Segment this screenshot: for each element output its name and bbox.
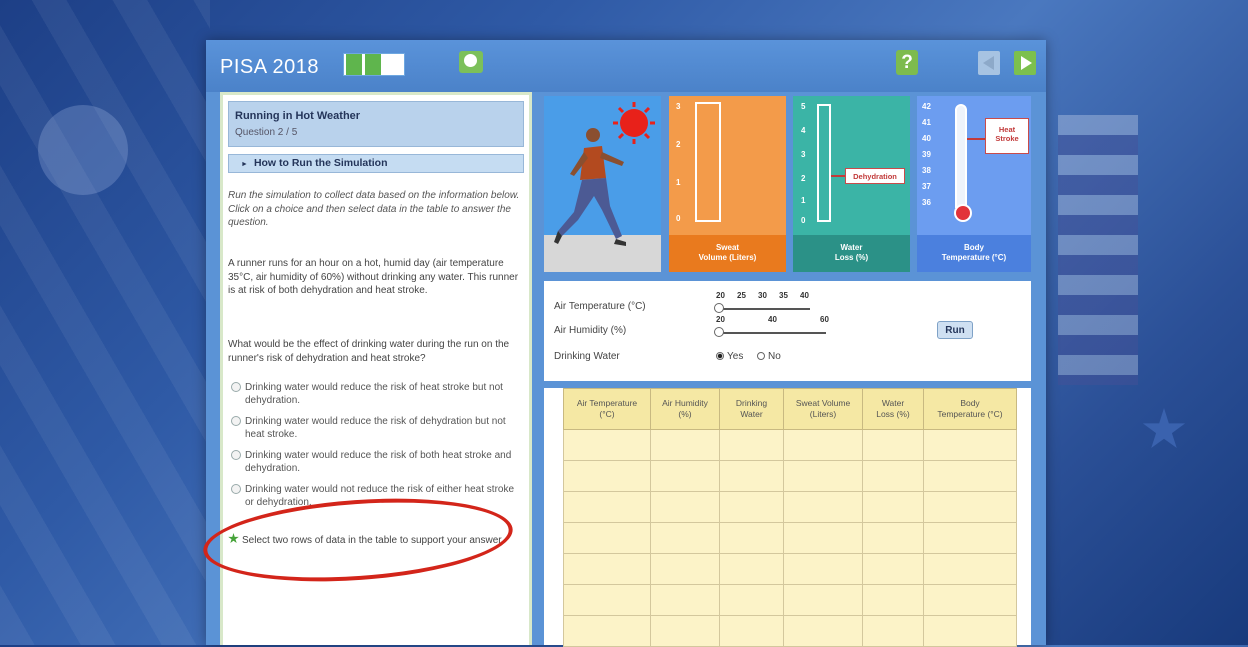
body-temperature-gauge: 42 41 40 39 38 37 36 Heat Stroke Body Temp… [917,96,1031,272]
simulation-panel: 3 2 1 0 Sweat Volume (Liters) 5 4 3 2 1 0… [532,92,1046,647]
runner-figure [554,128,626,246]
test-window: PISA 2018 ? Running in Hot Weather Quest… [206,40,1046,647]
thermometer-bulb-icon [954,204,972,222]
answer-choice-4[interactable]: Drinking water would not reduce the risk… [231,483,521,509]
water-loss-tube [817,104,831,222]
col-body-temperature: Body Temperature (°C) [923,388,1017,430]
thermometer-tube [955,104,967,208]
question-title: Running in Hot Weather [235,110,361,122]
radio-button[interactable] [231,484,241,494]
progress-indicator [343,53,405,76]
air-temperature-slider-thumb[interactable] [714,303,724,313]
col-sweat-volume: Sweat Volume (Liters) [783,388,863,430]
sweat-volume-gauge: 3 2 1 0 Sweat Volume (Liters) [669,96,786,272]
radio-unselected[interactable] [757,352,765,360]
table-row[interactable] [563,491,1017,523]
table-row[interactable] [563,460,1017,492]
air-humidity-slider-thumb[interactable] [714,327,724,337]
instructions-text: Run the simulation to collect data based… [228,190,520,228]
radio-button[interactable] [231,450,241,460]
results-table: Air Temperature (°C) Air Humidity (%) Drin… [563,388,1017,647]
app-title: PISA 2018 [220,56,320,78]
radio-button[interactable] [231,382,241,392]
answer-choice-3[interactable]: Drinking water would reduce the risk of … [231,449,521,475]
table-row[interactable] [563,553,1017,585]
runner-sun-illustration [554,102,655,246]
question-header: Running in Hot Weather Question 2 / 5 [228,101,524,147]
sun-icon [613,102,655,144]
radio-selected[interactable] [716,352,724,360]
air-temperature-label: Air Temperature (°C) [554,301,646,312]
sweat-caption: Sweat Volume (Liters) [669,235,786,272]
question-number: Question 2 / 5 [235,127,298,138]
clock-icon [464,54,477,67]
select-rows-note: Select two rows of data in the table to … [228,533,518,548]
drinking-yes-option[interactable]: Yes [716,351,743,362]
drinking-water-label: Drinking Water [554,351,620,362]
table-row[interactable] [563,584,1017,616]
air-humidity-label: Air Humidity (%) [554,325,627,336]
table-header-row: Air Temperature (°C) Air Humidity (%) Drin… [563,388,1017,430]
triangle-right-icon: ► [241,161,248,168]
heat-stroke-callout: Heat Stroke [985,118,1029,154]
col-air-humidity: Air Humidity (%) [650,388,720,430]
air-humidity-slider[interactable] [716,332,826,334]
water-caption: Water Loss (%) [793,235,910,272]
background-star-icon [1142,408,1186,449]
col-air-temperature: Air Temperature (°C) [563,388,651,430]
background-stripes-left [0,0,210,645]
top-bar: PISA 2018 ? [206,40,1046,92]
drinking-no-option[interactable]: No [757,351,781,362]
dehydration-callout: Dehydration [845,168,905,184]
radio-button[interactable] [231,416,241,426]
back-button[interactable] [978,51,1000,75]
table-row[interactable] [563,429,1017,461]
sweat-cylinder [695,102,721,222]
background-emblem [38,105,128,195]
air-temperature-slider[interactable] [716,308,810,310]
howto-toggle[interactable]: ► How to Run the Simulation [228,154,524,173]
help-button[interactable]: ? [896,50,918,75]
run-button[interactable]: Run [937,321,973,339]
background-flag-stripes [1058,115,1138,385]
temperature-caption: Body Temperature (°C) [917,235,1031,272]
table-row[interactable] [563,522,1017,554]
timer-button[interactable] [459,51,483,73]
runner-tile [544,96,661,272]
simulation-visual: 3 2 1 0 Sweat Volume (Liters) 5 4 3 2 1 0… [544,96,1031,272]
scenario-text: A runner runs for an hour on a hot, humi… [228,258,519,296]
results-table-container: Air Temperature (°C) Air Humidity (%) Drin… [544,388,1031,647]
water-loss-gauge: 5 4 3 2 1 0 Dehydration Water Loss (%) [793,96,910,272]
col-water-loss: Water Loss (%) [862,388,924,430]
answer-choice-1[interactable]: Drinking water would reduce the risk of … [231,381,521,407]
simulation-controls: Air Temperature (°C) 20 25 30 35 40 Air … [544,281,1031,381]
answer-choice-2[interactable]: Drinking water would reduce the risk of … [231,415,521,441]
prompt-text: What would be the effect of drinking wat… [228,339,510,364]
col-drinking-water: Drinking Water [719,388,784,430]
table-row[interactable] [563,615,1017,647]
question-panel: Running in Hot Weather Question 2 / 5 ► H… [220,92,532,645]
star-icon [228,533,239,544]
howto-label: How to Run the Simulation [253,157,388,169]
next-button[interactable] [1014,51,1036,75]
